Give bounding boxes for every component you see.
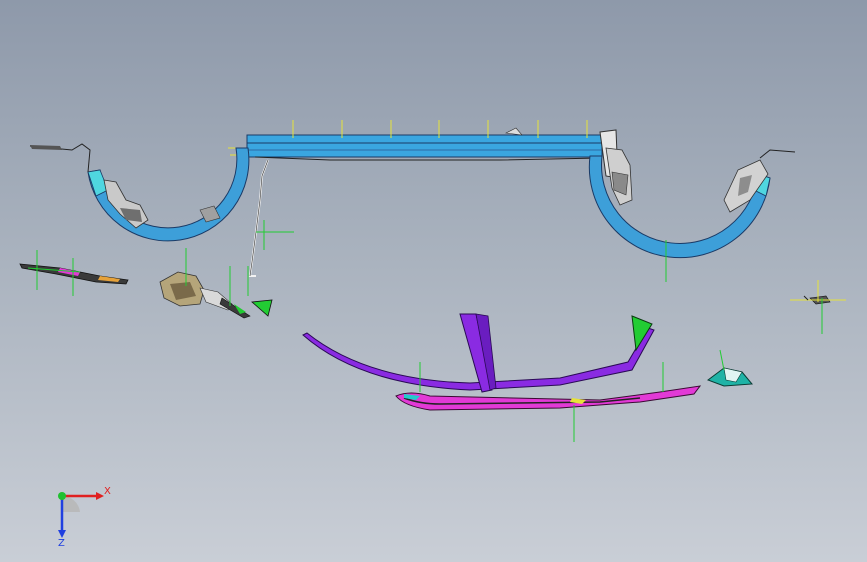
right-sensor[interactable]	[790, 280, 846, 334]
left-fog-lamp-assembly[interactable]	[159, 248, 251, 319]
x-axis-arrow-icon	[96, 492, 104, 500]
left-lower-strip[interactable]	[19, 250, 129, 296]
center-wire-bracket[interactable]	[248, 159, 294, 317]
lower-grille[interactable]	[302, 313, 655, 393]
front-beam[interactable]	[246, 127, 603, 161]
right-corner-piece[interactable]	[706, 349, 754, 387]
z-axis-label: Z	[58, 538, 65, 548]
z-axis-arrow-icon	[58, 530, 66, 538]
y-axis-point	[58, 492, 66, 500]
orientation-triad: X Z	[40, 482, 120, 549]
triad-axes: X Z	[58, 486, 111, 549]
lower-trim-strip[interactable]	[395, 362, 702, 442]
wheel-arch-left[interactable]	[29, 143, 250, 242]
exploded-assembly-view[interactable]	[0, 0, 867, 562]
x-axis-label: X	[104, 486, 111, 497]
cad-viewport[interactable]: X Z	[0, 0, 867, 562]
